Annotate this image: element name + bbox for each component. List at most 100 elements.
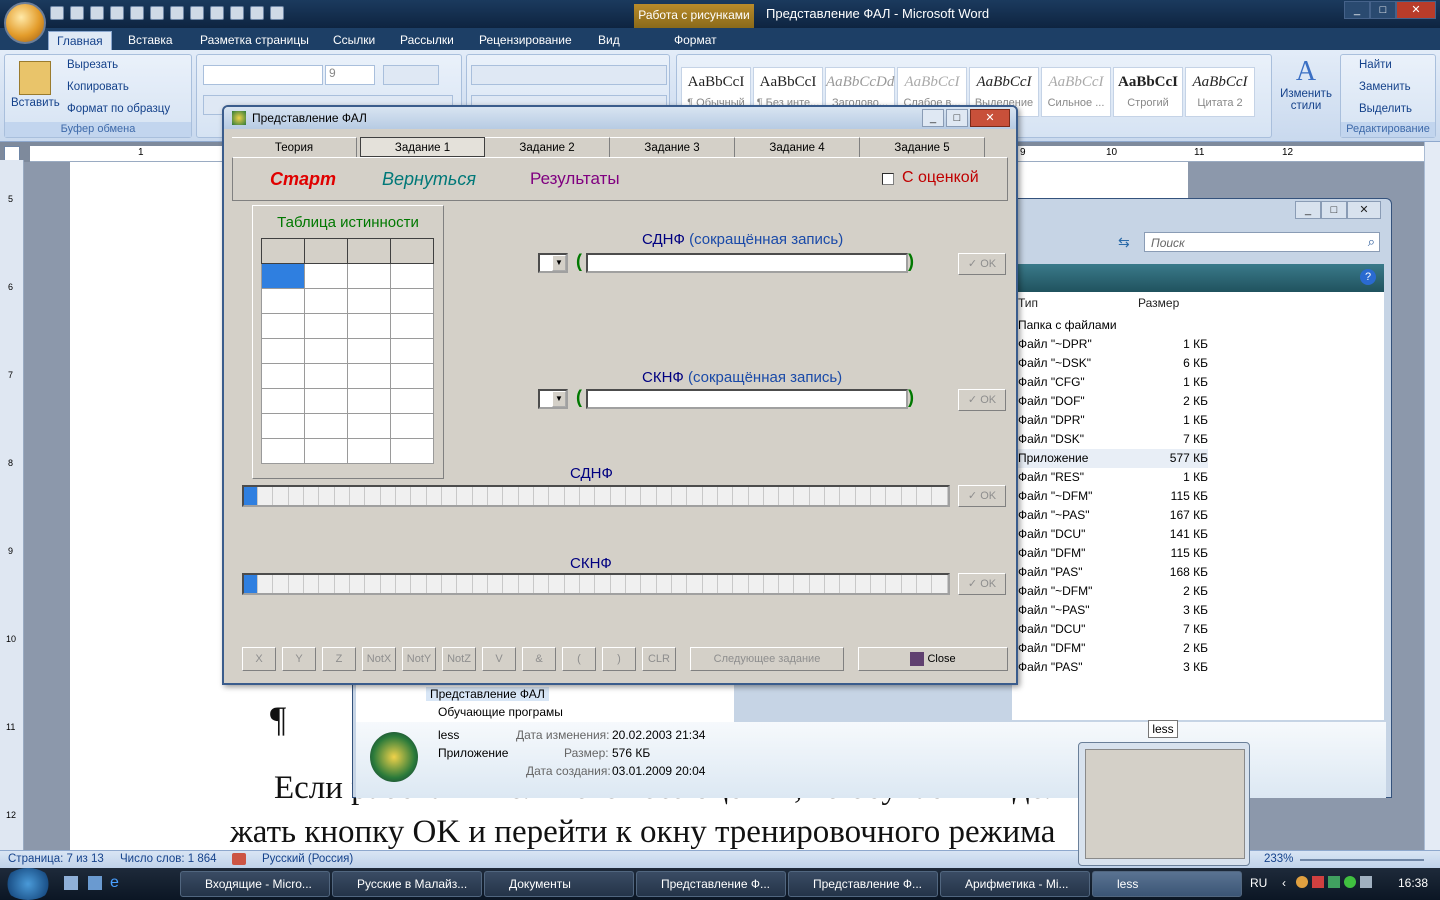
help-icon[interactable]: ?	[1360, 269, 1376, 285]
formula-slot[interactable]	[579, 487, 596, 505]
sdnf-short-combo[interactable]: ▼	[538, 253, 568, 273]
formula-slot[interactable]	[457, 487, 473, 505]
formula-slot[interactable]	[932, 575, 948, 593]
sdnf-full-input[interactable]	[242, 485, 950, 507]
formula-slot[interactable]	[702, 575, 718, 593]
truth-table-cell[interactable]	[390, 238, 434, 264]
formula-slot[interactable]	[518, 575, 534, 593]
formula-slot[interactable]	[840, 487, 856, 505]
truth-table-cell[interactable]	[261, 413, 305, 439]
sknf-short-input[interactable]	[586, 389, 908, 409]
formula-slot[interactable]	[763, 575, 780, 593]
maximize-button[interactable]: □	[1370, 1, 1396, 19]
formula-slot[interactable]	[319, 487, 335, 505]
tree-item[interactable]: Представление ФАЛ	[426, 687, 549, 701]
language-indicator[interactable]: RU	[1250, 876, 1267, 890]
formula-slot[interactable]	[303, 575, 320, 593]
formula-slot[interactable]	[733, 575, 749, 593]
taskbar-item[interactable]: Арифметика - Mi...	[940, 871, 1090, 897]
formula-slot[interactable]	[702, 487, 718, 505]
formula-slot[interactable]	[258, 575, 274, 593]
file-row[interactable]: Файл "DPR" 1 КБ	[1018, 411, 1208, 430]
sdnf-ok-button[interactable]: ✓ OK	[958, 485, 1006, 507]
formula-slot[interactable]	[549, 487, 565, 505]
formula-slot[interactable]	[840, 575, 856, 593]
formula-slot[interactable]	[349, 575, 366, 593]
frame-icon[interactable]	[230, 6, 244, 20]
file-row[interactable]: Файл "PAS" 3 КБ	[1018, 658, 1208, 677]
font-name-input[interactable]	[203, 65, 323, 85]
truth-table-cell[interactable]	[304, 288, 348, 314]
file-row[interactable]: Приложение 577 КБ	[1018, 449, 1208, 468]
truth-table-cell[interactable]	[390, 288, 434, 314]
key-or[interactable]: V	[482, 647, 516, 671]
truth-table-cell[interactable]	[347, 338, 391, 364]
fal-minimize[interactable]: _	[922, 109, 944, 127]
tab-task-2[interactable]: Задание 2	[485, 137, 610, 157]
tab-theory[interactable]: Теория	[232, 137, 357, 157]
formula-slot[interactable]	[748, 487, 764, 505]
formula-slot[interactable]	[641, 575, 657, 593]
file-row[interactable]: Файл "~PAS" 167 КБ	[1018, 506, 1208, 525]
formula-slot[interactable]	[395, 575, 412, 593]
close-button[interactable]: ✕	[1396, 1, 1436, 19]
language[interactable]: Русский (Россия)	[262, 853, 353, 865]
formula-slot[interactable]	[533, 575, 550, 593]
file-row[interactable]: Файл "~DPR" 1 КБ	[1018, 335, 1208, 354]
explorer-maximize[interactable]: □	[1321, 201, 1347, 219]
fal-close[interactable]: ✕	[970, 109, 1010, 127]
key-noty[interactable]: NotY	[402, 647, 436, 671]
truth-table-cell[interactable]	[304, 413, 348, 439]
truth-table-cell[interactable]	[261, 438, 305, 464]
paste-button[interactable]: Вставить	[11, 97, 60, 109]
tab-insert[interactable]: Вставка	[120, 31, 181, 50]
formula-slot[interactable]	[595, 487, 611, 505]
taskbar-item[interactable]: Представление Ф...	[636, 871, 786, 897]
list-buttons[interactable]	[471, 65, 667, 85]
formula-slot[interactable]	[349, 487, 366, 505]
vertical-scrollbar[interactable]	[1424, 142, 1440, 850]
truth-table-cell[interactable]	[261, 363, 305, 389]
tab-task-5[interactable]: Задание 5	[860, 137, 985, 157]
truth-table-cell[interactable]	[347, 263, 391, 289]
column-type[interactable]: Тип	[1018, 296, 1038, 310]
formula-slot[interactable]	[871, 575, 887, 593]
truth-table-cell[interactable]	[347, 388, 391, 414]
formula-slot[interactable]	[671, 575, 688, 593]
back-button[interactable]: Вернуться	[382, 169, 476, 190]
taskbar-item[interactable]: Русские в Малайз...	[332, 871, 482, 897]
formula-slot[interactable]	[610, 575, 626, 593]
results-button[interactable]: Результаты	[530, 169, 620, 189]
formula-slot[interactable]	[625, 575, 642, 593]
tab-page-layout[interactable]: Разметка страницы	[192, 31, 317, 50]
truth-table-cell[interactable]	[390, 263, 434, 289]
truth-table-cell[interactable]	[261, 288, 305, 314]
truth-table-cell[interactable]	[347, 413, 391, 439]
proofing-icon[interactable]	[232, 853, 246, 865]
show-desktop-icon[interactable]	[64, 876, 78, 890]
formula-slot[interactable]	[487, 575, 504, 593]
formula-slot[interactable]	[426, 575, 442, 593]
paste-icon[interactable]	[19, 61, 51, 95]
minimize-button[interactable]: _	[1344, 1, 1370, 19]
file-row[interactable]: Файл "DFM" 2 КБ	[1018, 639, 1208, 658]
tray-icon[interactable]	[1328, 876, 1340, 888]
key-close-paren[interactable]: )	[602, 647, 636, 671]
formula-slot[interactable]	[319, 575, 335, 593]
tab-task-1[interactable]: Задание 1	[360, 137, 485, 157]
formula-slot[interactable]	[244, 575, 258, 593]
page-count[interactable]: Страница: 7 из 13	[8, 853, 104, 865]
spelling-icon[interactable]	[110, 6, 124, 20]
file-row[interactable]: Файл "DCU" 141 КБ	[1018, 525, 1208, 544]
column-size[interactable]: Размер	[1138, 296, 1179, 310]
formula-slot[interactable]	[717, 575, 734, 593]
formula-slot[interactable]	[518, 487, 534, 505]
truth-table-cell[interactable]	[347, 363, 391, 389]
chevron-down-icon[interactable]: ▼	[552, 391, 566, 407]
file-row[interactable]: Файл "~DFM" 115 КБ	[1018, 487, 1208, 506]
formula-slot[interactable]	[748, 575, 764, 593]
truth-table-cell[interactable]	[304, 313, 348, 339]
key-clr[interactable]: CLR	[642, 647, 676, 671]
formula-slot[interactable]	[917, 575, 933, 593]
file-row[interactable]: Файл "DOF" 2 КБ	[1018, 392, 1208, 411]
